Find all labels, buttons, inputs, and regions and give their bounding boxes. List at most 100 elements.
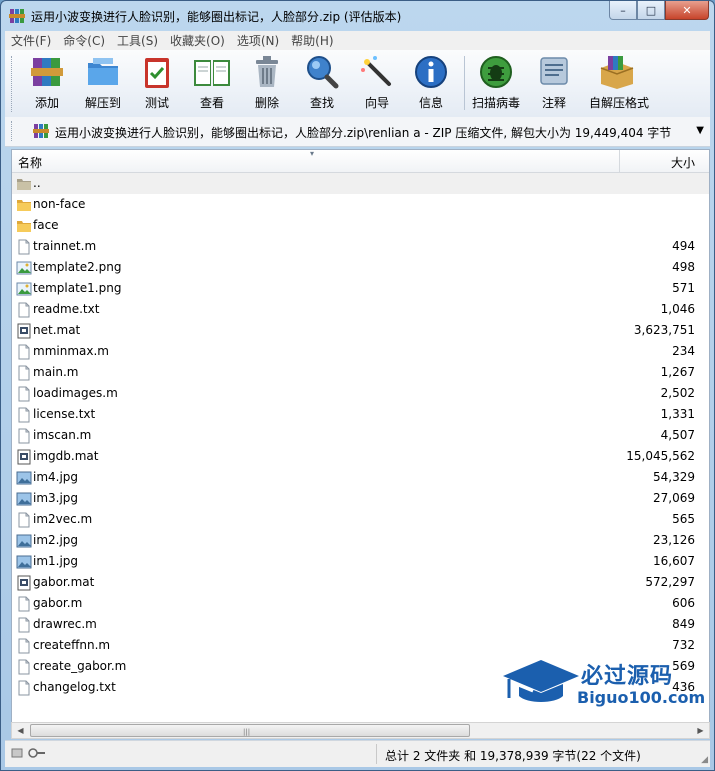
- chevron-down-icon[interactable]: ▼: [696, 125, 704, 136]
- info-icon: [415, 56, 447, 88]
- address-bar[interactable]: 运用小波变换进行人脸识别，能够圈出标记，人脸部分.zip\renlian a -…: [5, 117, 710, 147]
- file-row[interactable]: license.txt 1,331: [12, 404, 709, 425]
- column-divider[interactable]: [619, 150, 620, 172]
- file-row[interactable]: ..: [12, 173, 709, 194]
- mat-file-icon: [16, 323, 32, 339]
- file-row[interactable]: readme.txt 1,046: [12, 299, 709, 320]
- toolbar-grip[interactable]: [11, 56, 15, 112]
- file-size: 15,045,562: [626, 449, 695, 463]
- document-icon: [16, 386, 32, 402]
- document-icon: [16, 638, 32, 654]
- file-row[interactable]: imscan.m 4,507: [12, 425, 709, 446]
- window-title: 运用小波变换进行人脸识别，能够圈出标记，人脸部分.zip (评估版本): [31, 10, 402, 24]
- file-name: gabor.mat: [33, 575, 95, 589]
- extract-button[interactable]: 解压到: [75, 54, 131, 114]
- file-row[interactable]: template2.png 498: [12, 257, 709, 278]
- menu-favorites[interactable]: 收藏夹(O): [164, 32, 231, 49]
- maximize-button[interactable]: □: [637, 1, 665, 20]
- mat-file-icon: [16, 575, 32, 591]
- file-size: 2,502: [660, 386, 695, 400]
- view-label: 查看: [199, 96, 224, 110]
- test-label: 测试: [144, 96, 169, 110]
- extract-label: 解压到: [84, 96, 121, 110]
- zip-archive-icon: [33, 124, 49, 138]
- file-row[interactable]: net.mat 3,623,751: [12, 320, 709, 341]
- menu-commands[interactable]: 命令(C): [57, 32, 111, 49]
- png-image-icon: [16, 260, 32, 276]
- document-icon: [16, 344, 32, 360]
- file-row[interactable]: im1.jpg 16,607: [12, 551, 709, 572]
- file-row[interactable]: non-face: [12, 194, 709, 215]
- file-row[interactable]: face: [12, 215, 709, 236]
- menu-help[interactable]: 帮助(H): [285, 32, 339, 49]
- info-button[interactable]: 信息: [403, 54, 459, 114]
- wizard-button[interactable]: 向导: [349, 54, 405, 114]
- horizontal-scrollbar[interactable]: ◀ ||| ▶: [11, 722, 710, 739]
- scan-virus-button[interactable]: 扫描病毒: [468, 54, 524, 114]
- minimize-button[interactable]: –: [609, 1, 637, 20]
- column-header: 名称 ▾ 大小: [12, 150, 709, 173]
- resize-grip-icon[interactable]: ◢: [701, 755, 708, 765]
- file-row[interactable]: main.m 1,267: [12, 362, 709, 383]
- file-name: imgdb.mat: [33, 449, 99, 463]
- comment-button[interactable]: 注释: [526, 54, 582, 114]
- sort-arrow-icon: ▾: [310, 149, 315, 158]
- title-bar[interactable]: 运用小波变换进行人脸识别，能够圈出标记，人脸部分.zip (评估版本) – □ …: [1, 1, 714, 31]
- file-name: create_gabor.m: [33, 659, 127, 673]
- document-icon: [16, 407, 32, 423]
- file-name: im2.jpg: [33, 533, 79, 547]
- jpg-image-icon: [16, 533, 32, 549]
- file-size: 849: [672, 617, 695, 631]
- file-row[interactable]: im2vec.m 565: [12, 509, 709, 530]
- file-row[interactable]: im3.jpg 27,069: [12, 488, 709, 509]
- file-row[interactable]: im2.jpg 23,126: [12, 530, 709, 551]
- file-name: non-face: [33, 197, 86, 211]
- delete-button[interactable]: 删除: [239, 54, 295, 114]
- scroll-right-icon[interactable]: ▶: [693, 724, 708, 737]
- sfx-button[interactable]: 自解压格式: [589, 54, 649, 114]
- file-size: 498: [672, 260, 695, 274]
- file-row[interactable]: mminmax.m 234: [12, 341, 709, 362]
- address-grip: [11, 121, 15, 141]
- file-row[interactable]: gabor.m 606: [12, 593, 709, 614]
- file-row[interactable]: template1.png 571: [12, 278, 709, 299]
- add-archive-icon: [31, 58, 63, 86]
- file-size: 27,069: [653, 491, 695, 505]
- view-button[interactable]: 查看: [184, 54, 240, 114]
- wizard-label: 向导: [364, 96, 389, 110]
- file-row[interactable]: im4.jpg 54,329: [12, 467, 709, 488]
- file-name: drawrec.m: [33, 617, 97, 631]
- file-name: createffnn.m: [33, 638, 111, 652]
- file-name: imscan.m: [33, 428, 92, 442]
- test-button[interactable]: 测试: [129, 54, 185, 114]
- scrollbar-thumb[interactable]: |||: [30, 724, 470, 737]
- menu-tools[interactable]: 工具(S): [111, 32, 164, 49]
- jpg-image-icon: [16, 554, 32, 570]
- file-row[interactable]: loadimages.m 2,502: [12, 383, 709, 404]
- find-button[interactable]: 查找: [294, 54, 350, 114]
- menu-file[interactable]: 文件(F): [5, 32, 57, 49]
- extract-folder-icon: [88, 58, 118, 85]
- file-row[interactable]: trainnet.m 494: [12, 236, 709, 257]
- document-icon: [16, 617, 32, 633]
- add-button[interactable]: 添加: [19, 54, 75, 114]
- file-row[interactable]: gabor.mat 572,297: [12, 572, 709, 593]
- file-row[interactable]: drawrec.m 849: [12, 614, 709, 635]
- comment-label: 注释: [541, 96, 566, 110]
- file-size: 4,507: [660, 428, 695, 442]
- column-size-header[interactable]: 大小: [671, 154, 695, 171]
- comment-icon: [540, 57, 568, 85]
- file-name: ..: [33, 176, 41, 190]
- column-name-header[interactable]: 名称: [18, 154, 42, 171]
- close-button[interactable]: ✕: [665, 1, 709, 20]
- document-icon: [16, 428, 32, 444]
- file-size: 1,331: [660, 407, 695, 421]
- file-row[interactable]: imgdb.mat 15,045,562: [12, 446, 709, 467]
- file-size: 494: [672, 239, 695, 253]
- winrar-window: 运用小波变换进行人脸识别，能够圈出标记，人脸部分.zip (评估版本) – □ …: [0, 0, 715, 771]
- status-separator: [376, 744, 377, 764]
- file-row[interactable]: createffnn.m 732: [12, 635, 709, 656]
- scroll-left-icon[interactable]: ◀: [13, 724, 28, 737]
- document-icon: [16, 680, 32, 696]
- menu-options[interactable]: 选项(N): [231, 32, 285, 49]
